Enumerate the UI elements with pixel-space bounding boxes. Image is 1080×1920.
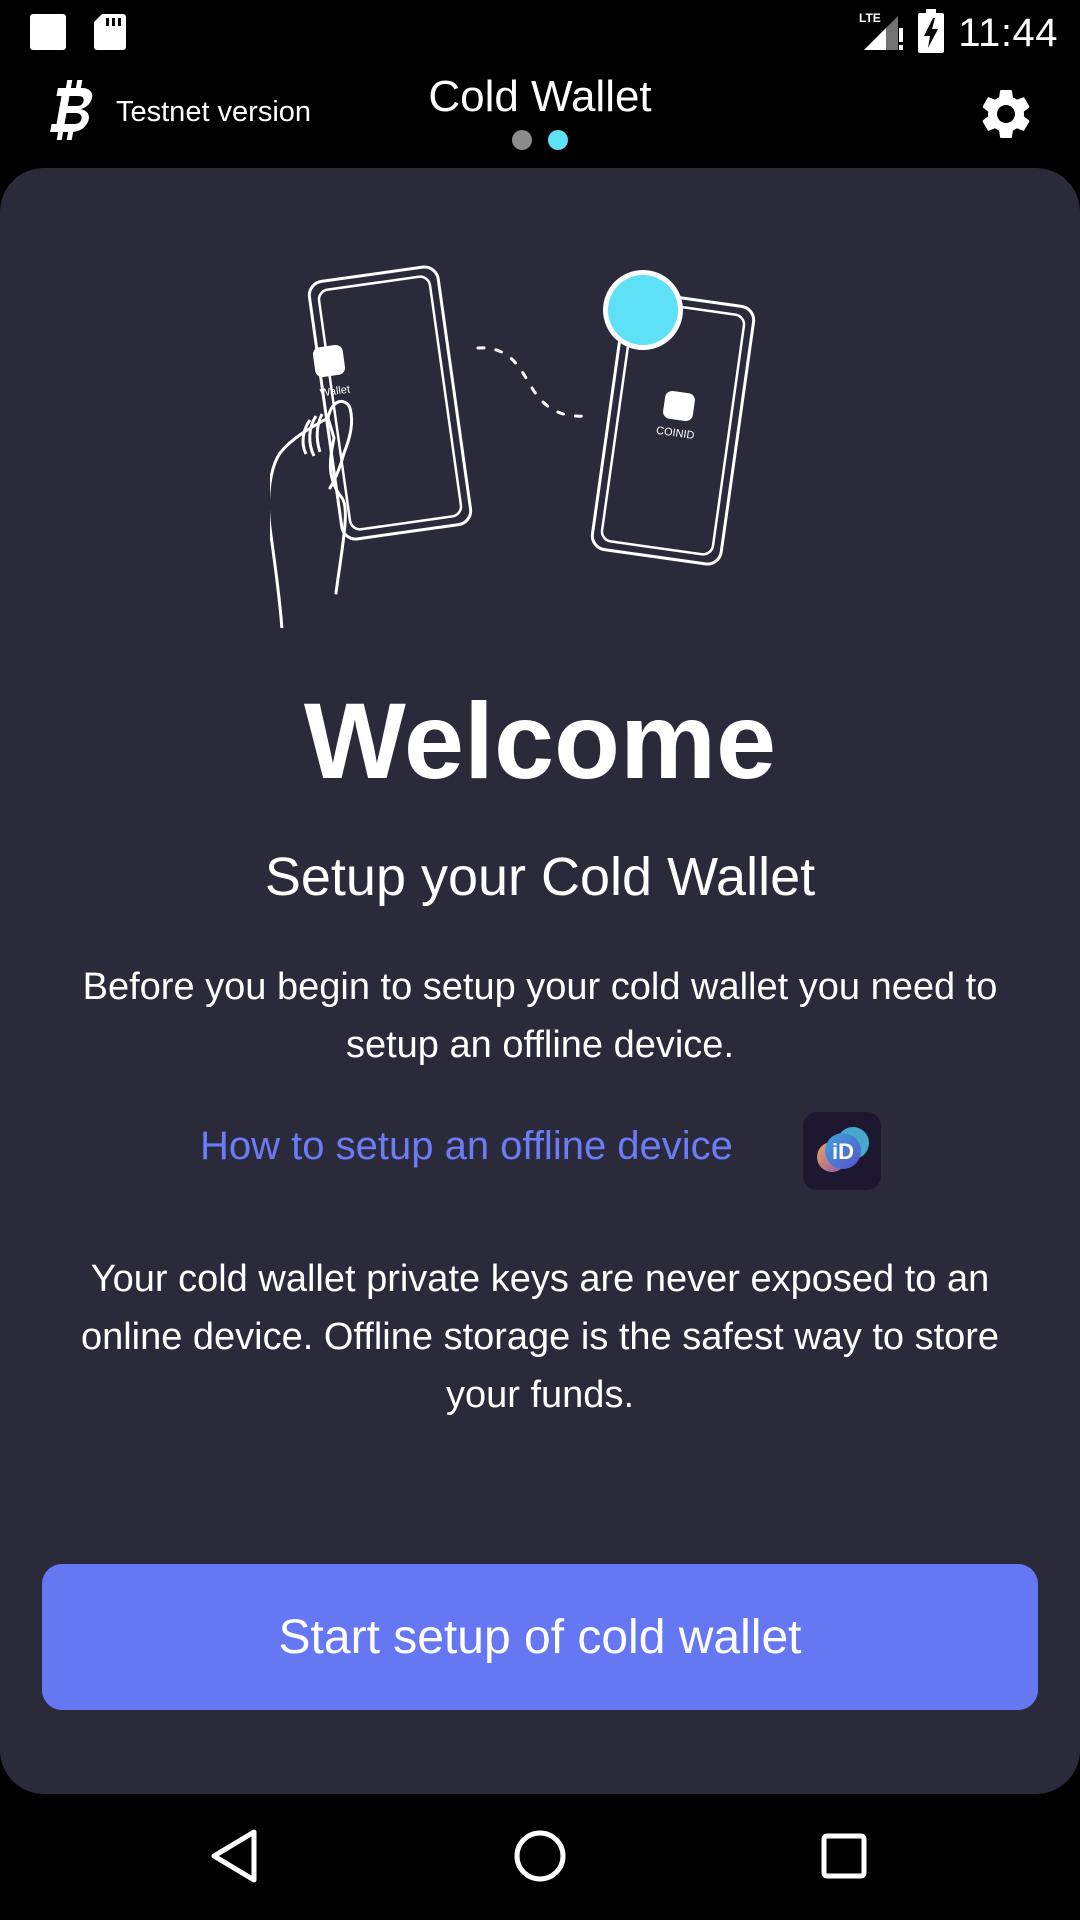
lte-text: LTE [859,11,881,25]
intro-text: Before you begin to setup your cold wall… [82,966,998,1066]
notification-square-icon [30,14,66,55]
coinid-phone-label: COINID [655,425,695,442]
start-setup-button[interactable]: Start setup of cold wallet [42,1564,1038,1710]
offline-device-help-link[interactable]: How to setup an offline device [200,1124,733,1169]
cyan-circle [608,275,678,345]
pager-dot-1[interactable] [512,130,532,150]
lte-signal-icon: LTE [858,10,904,57]
coinid-badge-text: iD [832,1139,854,1164]
recents-square-icon[interactable] [812,1824,876,1888]
pager-dot-2-active[interactable] [548,130,568,150]
welcome-heading: Welcome [303,680,777,801]
status-bar: LTE 11:44 [0,0,1080,64]
page-title: Cold Wallet [428,72,652,121]
back-triangle-icon[interactable] [204,1824,268,1888]
system-nav-bar [0,1794,1080,1920]
wallet-phone-label: Wallet [319,384,351,400]
help-row: How to setup an offline device iD [0,1112,1080,1192]
settings-button[interactable] [976,84,1036,144]
coinid-app-badge[interactable]: iD [803,1112,881,1190]
wallet-phone-illustration: Wallet [307,265,473,541]
battery-charging-icon [918,8,945,58]
screen: LTE 11:44 Testnet version Cold Wallet Wa… [0,0,1080,1920]
pager-dots [0,130,1080,150]
sd-card-icon [94,14,126,55]
home-circle-icon[interactable] [508,1824,572,1888]
gear-icon [982,89,1030,138]
coinid-icon: iD [817,1127,869,1172]
welcome-card: Wallet COINID Welcome Setup your Cold Wa… [0,168,1080,1794]
status-right: LTE 11:44 [858,8,1058,58]
setup-subtitle: Setup your Cold Wallet [264,847,816,907]
start-setup-button-label: Start setup of cold wallet [278,1610,802,1664]
phones-illustration: Wallet COINID [270,265,756,628]
status-time: 11:44 [958,10,1058,55]
app-bar: Testnet version Cold Wallet [0,64,1080,168]
safety-text: Your cold wallet private keys are never … [80,1258,1000,1416]
